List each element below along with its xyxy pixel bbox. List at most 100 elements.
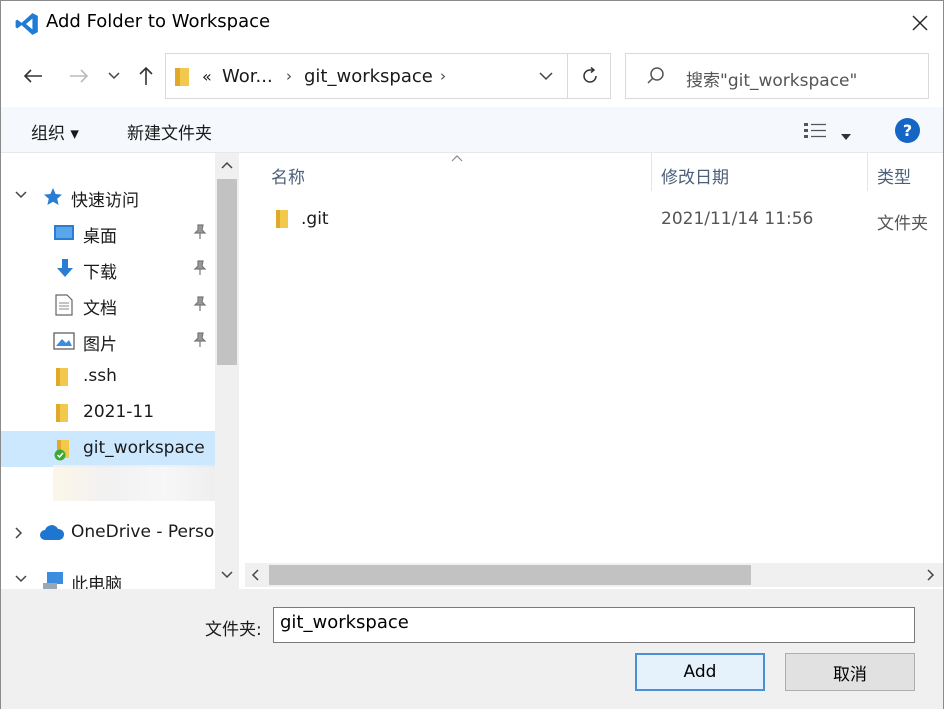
sidebar-item-desktop[interactable]: 桌面 xyxy=(1,215,215,251)
column-header-modified[interactable]: 修改日期 xyxy=(661,163,729,188)
synced-folder-icon xyxy=(54,440,69,461)
sidebar-item-pictures[interactable]: 图片 xyxy=(1,323,215,359)
details-view-icon xyxy=(804,123,826,138)
folder-icon xyxy=(276,210,288,228)
file-type: 文件夹 xyxy=(877,214,928,234)
chevron-right-icon[interactable]: › xyxy=(286,67,292,85)
pin-icon[interactable] xyxy=(193,332,207,348)
file-modified: 2021/11/14 11:56 xyxy=(661,209,814,229)
chevron-right-icon[interactable]: › xyxy=(440,67,446,85)
cloud-icon xyxy=(40,525,65,540)
pin-icon[interactable] xyxy=(193,224,207,240)
chevron-right-icon[interactable] xyxy=(927,569,935,581)
up-button[interactable] xyxy=(131,61,161,91)
pin-icon[interactable] xyxy=(193,296,207,312)
address-bar[interactable]: « Wor... › git_workspace › xyxy=(165,53,611,99)
chevron-down-icon xyxy=(539,71,553,80)
chevron-down-icon xyxy=(15,191,27,199)
sidebar-item-label: 此电脑 xyxy=(71,575,122,589)
sidebar-item-2021-11[interactable]: 2021-11 xyxy=(1,395,215,431)
folder-icon xyxy=(56,404,68,422)
view-options-button[interactable] xyxy=(803,121,827,144)
arrow-left-icon xyxy=(23,69,42,83)
help-button[interactable]: ? xyxy=(895,118,920,143)
search-icon xyxy=(647,67,664,84)
sidebar-item-label: 快速访问 xyxy=(71,191,139,211)
picture-icon xyxy=(53,332,75,350)
back-button[interactable] xyxy=(18,61,48,91)
sidebar-item-label: OneDrive - Perso xyxy=(71,522,215,542)
folder-icon xyxy=(56,368,68,386)
desktop-icon xyxy=(54,225,74,240)
sidebar-item-onedrive[interactable]: OneDrive - Perso xyxy=(1,515,215,551)
search-placeholder: 搜索"git_workspace" xyxy=(686,71,858,91)
column-header-name[interactable]: 名称 xyxy=(271,163,305,188)
add-folder-dialog: Add Folder to Workspace « Wor... › git_w… xyxy=(0,0,944,709)
address-dropdown-button[interactable] xyxy=(526,54,566,98)
sidebar-item-label: 下载 xyxy=(83,263,117,283)
chevron-down-icon xyxy=(108,72,120,80)
breadcrumb-current[interactable]: git_workspace xyxy=(304,66,433,87)
organize-menu[interactable]: 组织 ▾ xyxy=(31,119,79,144)
sidebar-item-git-workspace[interactable]: git_workspace xyxy=(1,431,215,467)
navigation-scrollbar[interactable] xyxy=(215,153,239,589)
sort-ascending-icon xyxy=(451,155,463,162)
refresh-button[interactable] xyxy=(567,54,611,98)
sidebar-item-label: 图片 xyxy=(83,335,117,355)
breadcrumb-parent[interactable]: Wor... xyxy=(222,66,273,87)
star-icon xyxy=(44,188,62,205)
blurred-item xyxy=(53,465,221,501)
overflow-indicator[interactable]: « xyxy=(202,67,212,86)
horizontal-scrollbar[interactable] xyxy=(245,563,943,587)
folder-icon xyxy=(175,68,189,86)
caret-down-icon xyxy=(841,134,851,140)
sidebar-item-label: 文档 xyxy=(83,299,117,319)
sidebar-item-documents[interactable]: 文档 xyxy=(1,287,215,323)
view-dropdown-button[interactable] xyxy=(841,126,851,146)
sidebar-item-label: 桌面 xyxy=(83,227,117,247)
new-folder-button[interactable]: 新建文件夹 xyxy=(127,119,212,144)
question-icon: ? xyxy=(902,121,913,140)
folder-name-input[interactable]: git_workspace xyxy=(273,607,915,643)
sidebar-item-label: 2021-11 xyxy=(83,402,155,422)
close-button[interactable] xyxy=(897,1,943,45)
sidebar-item-label: git_workspace xyxy=(83,438,205,458)
download-icon xyxy=(57,259,73,277)
file-name: .git xyxy=(301,209,329,229)
chevron-right-icon xyxy=(15,527,23,539)
add-button[interactable]: Add xyxy=(635,653,765,691)
title-bar: Add Folder to Workspace xyxy=(1,1,943,45)
cancel-button[interactable]: 取消 xyxy=(785,653,915,691)
arrow-up-icon xyxy=(139,66,153,85)
close-icon xyxy=(912,15,928,31)
dialog-title: Add Folder to Workspace xyxy=(46,11,271,32)
forward-button[interactable] xyxy=(64,61,94,91)
arrow-right-icon xyxy=(70,69,89,83)
computer-icon xyxy=(43,572,63,589)
column-header-type[interactable]: 类型 xyxy=(877,163,911,188)
navigation-bar: « Wor... › git_workspace › 搜索"git_worksp… xyxy=(1,51,943,101)
refresh-icon xyxy=(582,67,597,83)
sidebar-item-label: .ssh xyxy=(83,366,117,386)
command-bar: 组织 ▾ 新建文件夹 ? xyxy=(1,107,943,153)
folder-field-label: 文件夹: xyxy=(205,620,262,640)
dialog-footer: 文件夹: git_workspace Add 取消 xyxy=(1,589,943,709)
sidebar-item-quick-access[interactable]: 快速访问 xyxy=(1,179,215,215)
chevron-down-icon[interactable] xyxy=(221,571,233,579)
search-box[interactable]: 搜索"git_workspace" xyxy=(625,53,929,99)
scrollbar-thumb[interactable] xyxy=(269,565,751,585)
sidebar-item-downloads[interactable]: 下载 xyxy=(1,251,215,287)
vscode-icon xyxy=(15,13,38,35)
pin-icon[interactable] xyxy=(193,260,207,276)
file-list: 名称 修改日期 类型 .git 2021/11/14 11:56 文件夹 xyxy=(245,153,943,589)
sidebar-item-ssh[interactable]: .ssh xyxy=(1,359,215,395)
recent-locations-button[interactable] xyxy=(101,61,127,91)
navigation-pane: 快速访问 桌面 下载 文档 图片 .ssh 2021-11 git_worksp… xyxy=(1,153,239,589)
column-divider[interactable] xyxy=(867,153,868,191)
chevron-up-icon[interactable] xyxy=(221,161,233,169)
sidebar-item-this-pc[interactable]: 此电脑 xyxy=(1,563,215,589)
scrollbar-thumb[interactable] xyxy=(217,179,237,365)
column-divider[interactable] xyxy=(651,153,652,191)
chevron-left-icon[interactable] xyxy=(251,569,259,581)
chevron-down-icon xyxy=(15,575,27,583)
